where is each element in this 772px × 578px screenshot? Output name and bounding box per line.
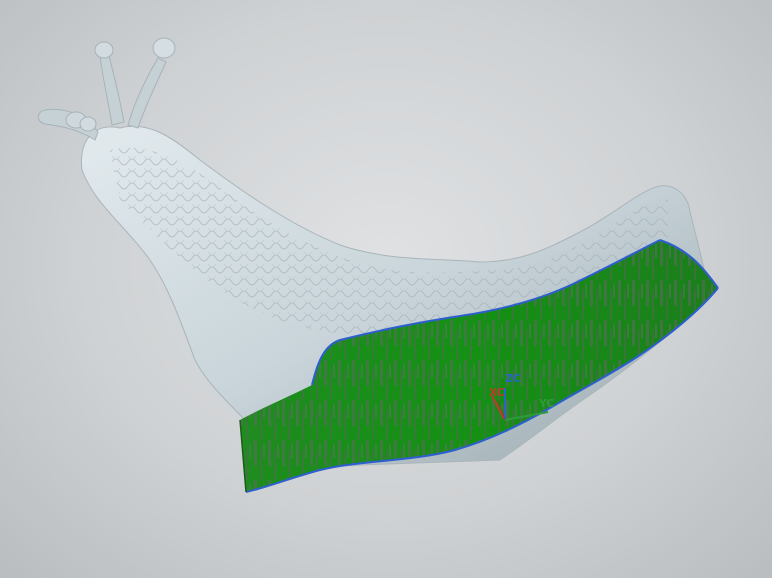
graphics-window[interactable]: XC ZC YC	[0, 0, 772, 578]
model-scene[interactable]	[0, 0, 772, 578]
zc-axis-label: ZC	[505, 372, 521, 385]
yc-axis-label: YC	[539, 397, 554, 410]
xc-axis-label: XC	[489, 386, 505, 399]
